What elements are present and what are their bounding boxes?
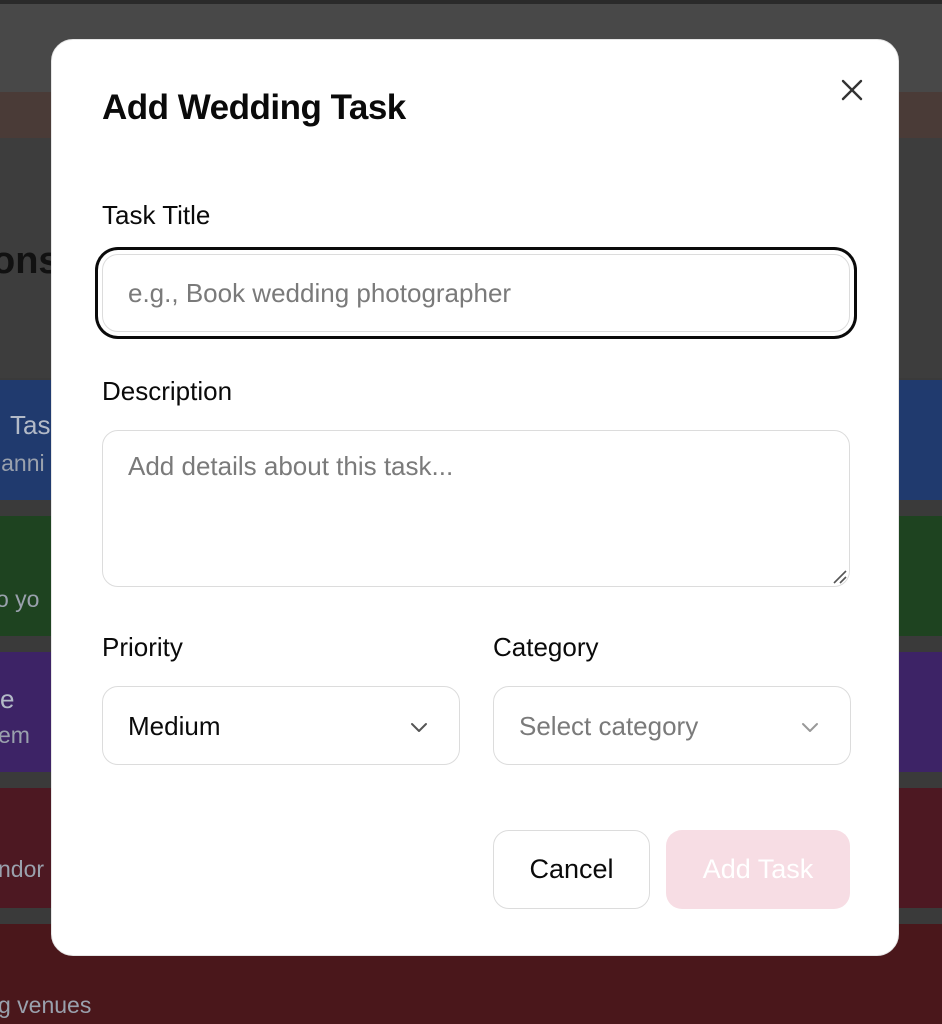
category-placeholder: Select category: [519, 711, 699, 741]
chevron-down-icon: [802, 723, 818, 732]
priority-selected-value: Medium: [128, 711, 221, 741]
background-card-title: e: [0, 684, 15, 714]
resize-handle-icon[interactable]: [830, 567, 848, 585]
priority-select[interactable]: Medium: [102, 686, 460, 765]
close-icon: [841, 79, 863, 101]
background-card-text: lanni: [0, 450, 45, 476]
task-title-label: Task Title: [102, 200, 211, 230]
description-label: Description: [102, 376, 233, 406]
category-select[interactable]: Select category: [493, 686, 851, 765]
background-card-text: ndor: [0, 856, 45, 882]
background-card-title: Tas: [10, 410, 51, 440]
background-card-text: g venues: [0, 992, 92, 1018]
dialog-title: Add Wedding Task: [102, 88, 406, 127]
background-card-text: em: [0, 722, 30, 748]
priority-label: Priority: [102, 632, 183, 662]
chevron-down-icon: [411, 723, 427, 732]
description-textarea[interactable]: [102, 430, 850, 587]
add-task-button[interactable]: Add Task: [666, 830, 850, 909]
close-button[interactable]: [834, 72, 870, 108]
task-title-input[interactable]: [102, 254, 850, 332]
cancel-button[interactable]: Cancel: [493, 830, 650, 909]
background-card-text: o yo: [0, 586, 40, 612]
add-task-dialog: Add Wedding Task Task Title Description …: [51, 39, 899, 956]
category-label: Category: [493, 632, 599, 662]
